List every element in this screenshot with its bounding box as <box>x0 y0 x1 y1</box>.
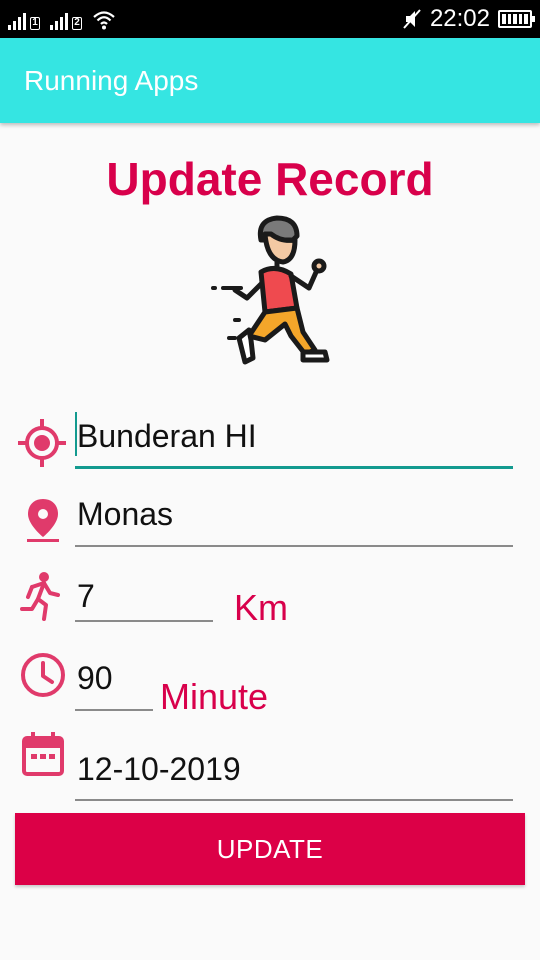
signal-icon-sim1 <box>8 12 26 30</box>
status-clock: 22:02 <box>429 5 490 32</box>
wifi-icon <box>93 11 115 30</box>
clock-icon <box>21 653 65 697</box>
battery-icon <box>498 10 535 28</box>
end-location-underline <box>75 545 513 547</box>
app-bar: Running Apps <box>0 38 540 123</box>
update-button[interactable]: UPDATE <box>15 813 525 885</box>
location-pin-icon <box>27 499 59 542</box>
distance-unit-label: Km <box>234 587 288 628</box>
duration-unit-label: Minute <box>160 676 269 717</box>
end-location-input[interactable]: Monas <box>77 496 173 533</box>
sim2-badge: 2 <box>72 17 82 30</box>
calendar-icon <box>22 732 64 776</box>
sim1-badge: 1 <box>30 17 40 30</box>
signal-icon-sim2 <box>50 12 68 30</box>
distance-underline <box>75 620 213 622</box>
status-bar: 1 2 22:02 <box>0 0 540 38</box>
status-right: 22:02 <box>402 4 535 34</box>
date-input[interactable]: 12-10-2019 <box>77 751 241 788</box>
running-person-icon <box>20 572 60 621</box>
start-location-input[interactable]: Bunderan HI <box>77 418 257 455</box>
page-title: Update Record <box>106 153 434 205</box>
duration-underline <box>75 709 153 711</box>
mute-icon <box>403 9 421 29</box>
app-title: Running Apps <box>24 65 199 96</box>
runner-illustration-icon <box>211 215 330 365</box>
distance-input[interactable]: 7 <box>77 578 95 615</box>
start-location-underline <box>75 466 513 469</box>
status-left: 1 2 <box>8 8 116 30</box>
gps-target-icon <box>18 419 66 467</box>
duration-input[interactable]: 90 <box>77 660 113 697</box>
date-underline <box>75 799 513 801</box>
